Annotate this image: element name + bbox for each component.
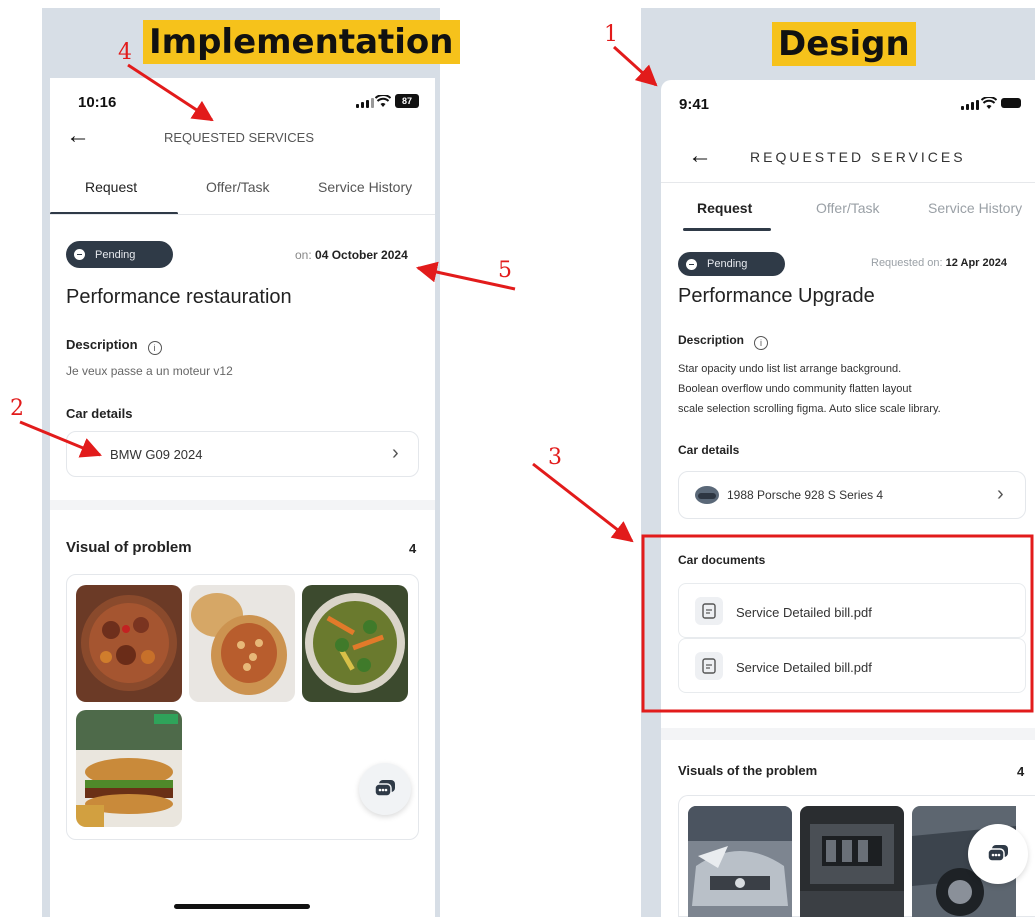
- problem-image-2[interactable]: [800, 806, 904, 917]
- tab-request[interactable]: Request: [697, 200, 752, 216]
- status-badge: Pending: [678, 252, 785, 276]
- chat-button[interactable]: [359, 763, 411, 815]
- chat-button[interactable]: [968, 824, 1028, 884]
- document-row[interactable]: Service Detailed bill.pdf: [678, 583, 1026, 638]
- annotation-number-1: 1: [604, 22, 618, 47]
- chat-icon: [374, 780, 395, 797]
- wifi-icon: [375, 95, 391, 107]
- document-name: Service Detailed bill.pdf: [736, 605, 872, 620]
- car-details-card[interactable]: 1988 Porsche 928 S Series 4 ›: [678, 471, 1026, 519]
- visual-label: Visual of problem: [66, 539, 192, 556]
- car-documents-label: Car documents: [678, 553, 766, 567]
- problem-image-3[interactable]: [302, 585, 408, 702]
- visual-label: Visuals of the problem: [678, 763, 818, 778]
- chevron-right-icon: ›: [997, 483, 1004, 505]
- car-thumbnail-icon: [695, 486, 719, 504]
- tab-request[interactable]: Request: [85, 179, 137, 195]
- signal-icon: [356, 97, 374, 108]
- document-name: Service Detailed bill.pdf: [736, 660, 872, 675]
- problem-image-1[interactable]: [688, 806, 792, 917]
- car-details-label: Car details: [678, 443, 740, 457]
- chat-icon: [987, 845, 1008, 862]
- design-screen: 9:41 ← REQUESTED SERVICES Request Offer/…: [661, 80, 1035, 917]
- problem-image-4[interactable]: [76, 710, 182, 827]
- header-title: REQUESTED SERVICES: [164, 130, 315, 145]
- tab-service-history[interactable]: Service History: [318, 179, 412, 195]
- car-details-card[interactable]: BMW G09 2024 ›: [66, 431, 419, 477]
- design-heading: Design: [772, 22, 916, 66]
- signal-icon: [961, 99, 979, 110]
- date-prefix: Requested on:: [871, 257, 943, 269]
- status-badge-label: Pending: [95, 248, 136, 261]
- document-row[interactable]: Service Detailed bill.pdf: [678, 638, 1026, 693]
- car-name: BMW G09 2024: [110, 447, 203, 462]
- status-time: 9:41: [679, 96, 710, 113]
- annotation-arrow-3: [532, 462, 634, 543]
- header-title: REQUESTED SERVICES: [750, 149, 966, 165]
- annotation-number-3: 3: [548, 445, 562, 470]
- tab-offer-task[interactable]: Offer/Task: [206, 179, 270, 195]
- home-indicator: [174, 904, 310, 909]
- visual-count: 4: [1017, 764, 1025, 779]
- tab-divider: [50, 214, 435, 215]
- service-title: Performance restauration: [66, 286, 292, 308]
- problem-image-1[interactable]: [76, 585, 182, 702]
- visual-count: 4: [409, 541, 417, 556]
- implementation-heading: Implementation: [143, 20, 460, 64]
- wifi-icon: [981, 97, 997, 109]
- car-details-label: Car details: [66, 406, 133, 421]
- annotation-number-4: 4: [118, 40, 132, 65]
- back-arrow-icon[interactable]: ←: [688, 144, 712, 168]
- battery-icon: 87: [395, 94, 419, 108]
- description-text: Star opacity undo list list arrange back…: [678, 363, 941, 415]
- status-badge: Pending: [66, 241, 173, 268]
- requested-date: on: 04 October 2024: [295, 248, 408, 262]
- info-icon[interactable]: i: [147, 341, 162, 355]
- tab-offer-task[interactable]: Offer/Task: [816, 200, 880, 216]
- battery-icon: [1001, 98, 1021, 108]
- service-title: Performance Upgrade: [678, 285, 875, 307]
- car-name: 1988 Porsche 928 S Series 4: [727, 488, 884, 502]
- back-arrow-icon[interactable]: ←: [66, 124, 90, 148]
- status-badge-label: Pending: [707, 258, 748, 270]
- annotation-number-2: 2: [10, 396, 24, 421]
- description-label: Description i: [678, 333, 769, 350]
- info-icon[interactable]: i: [754, 336, 769, 350]
- section-divider: [50, 500, 435, 510]
- tab-service-history[interactable]: Service History: [928, 200, 1022, 216]
- description-text: Je veux passe a un moteur v12: [66, 364, 233, 378]
- status-time: 10:16: [78, 94, 117, 111]
- problem-image-2[interactable]: [189, 585, 295, 702]
- description-label: Description i: [66, 337, 162, 355]
- document-icon: [695, 597, 723, 625]
- section-divider: [661, 728, 1035, 740]
- chevron-right-icon: ›: [392, 442, 399, 464]
- implementation-screen: 10:16 87 ← REQUESTED SERVICES Request Of…: [50, 78, 435, 917]
- tab-divider: [661, 182, 1035, 183]
- date-value: 04 October 2024: [315, 248, 408, 262]
- annotation-number-5: 5: [498, 258, 512, 283]
- date-prefix: on:: [295, 248, 312, 262]
- date-value: 12 Apr 2024: [945, 257, 1007, 269]
- document-icon: [695, 652, 723, 680]
- active-tab-indicator: [683, 228, 771, 231]
- requested-date: Requested on: 12 Apr 2024: [871, 257, 1007, 269]
